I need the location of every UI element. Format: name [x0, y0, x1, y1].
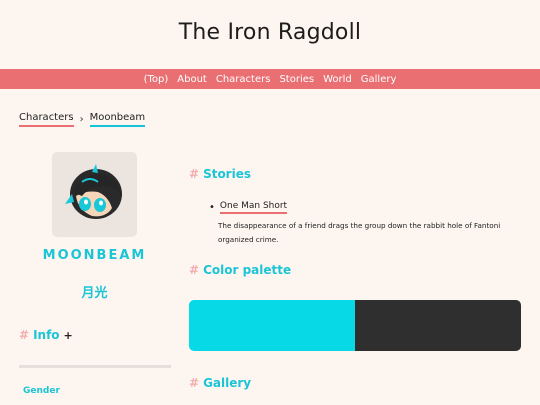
color-palette-heading: # Color palette: [189, 263, 291, 277]
site-title: The Iron Ragdoll: [178, 20, 362, 45]
color-palette: [189, 300, 521, 351]
list-item: • One Man Short: [209, 201, 519, 214]
info-heading[interactable]: # Info +: [19, 328, 73, 342]
story-description: The disappearance of a friend drags the …: [218, 221, 501, 244]
breadcrumb-characters-link[interactable]: Characters: [19, 112, 74, 127]
breadcrumb: Characters › Moonbeam: [19, 112, 146, 127]
stories-heading: # Stories: [189, 167, 251, 181]
gallery-heading-label: Gallery: [203, 376, 252, 390]
info-heading-label: Info: [33, 328, 60, 342]
character-portrait: [65, 164, 122, 219]
color-swatch-charcoal: [355, 300, 521, 351]
story-list: • One Man Short The disappearance of a f…: [209, 201, 519, 247]
sidebar-divider: [19, 365, 171, 368]
nav-item-stories[interactable]: Stories: [279, 74, 314, 85]
chevron-right-icon: ›: [79, 114, 84, 125]
nav-item-top[interactable]: (Top): [144, 74, 169, 85]
main-nav: (Top) About Characters Stories World Gal…: [0, 69, 540, 89]
avatar: [52, 152, 137, 237]
hash-icon: #: [19, 328, 30, 342]
breadcrumb-moonbeam-link[interactable]: Moonbeam: [89, 112, 146, 127]
gallery-heading: # Gallery: [189, 376, 251, 390]
expand-plus-icon[interactable]: +: [64, 329, 73, 342]
color-swatch-cyan: [189, 300, 355, 351]
stories-heading-label: Stories: [203, 167, 251, 181]
nav-item-world[interactable]: World: [323, 74, 352, 85]
character-name: MOONBEAM: [42, 248, 147, 263]
gender-label: Gender: [23, 386, 60, 396]
story-link[interactable]: One Man Short: [219, 201, 288, 214]
nav-item-gallery[interactable]: Gallery: [361, 74, 397, 85]
hash-icon: #: [189, 376, 200, 390]
nav-item-about[interactable]: About: [177, 74, 207, 85]
bullet-icon: •: [209, 202, 215, 213]
color-palette-heading-label: Color palette: [203, 263, 292, 277]
nav-item-characters[interactable]: Characters: [216, 74, 271, 85]
hash-icon: #: [189, 167, 200, 181]
hash-icon: #: [189, 263, 200, 277]
character-name-japanese: 月光: [81, 286, 108, 301]
